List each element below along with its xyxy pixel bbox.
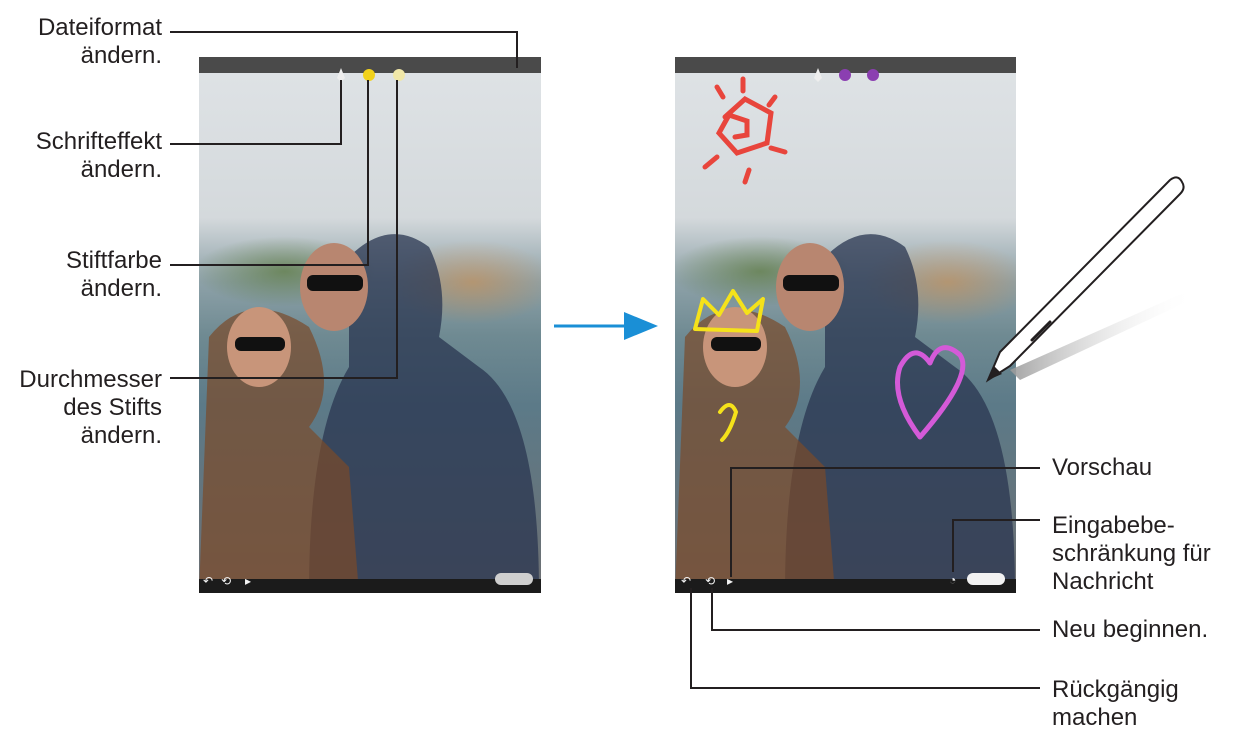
label-font-effect: Schrifteffekt ändern. <box>35 128 162 183</box>
label-pen-color: Stiftfarbe ändern. <box>65 247 162 302</box>
label-input-limit: Eingabebe- schränkung für Nachricht <box>1052 512 1211 595</box>
label-file-format: Dateiformat ändern. <box>37 14 162 69</box>
callout-lines <box>170 31 1040 689</box>
label-restart: Neu beginnen. <box>1052 616 1209 643</box>
label-undo: Rückgängig machen <box>1052 676 1179 731</box>
label-pen-size: Durchmesser des Stifts ändern. <box>19 366 162 449</box>
label-preview: Vorschau <box>1052 454 1153 481</box>
